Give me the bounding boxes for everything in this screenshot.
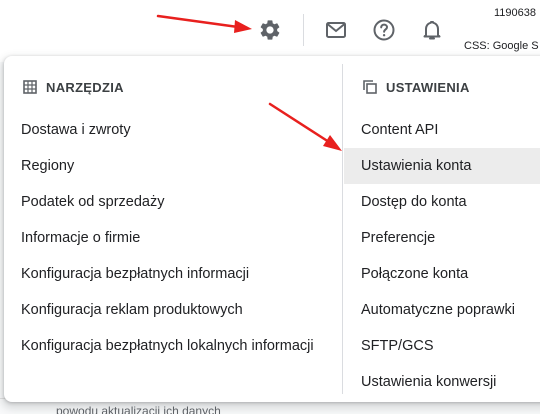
arrow-to-account-settings [268,102,342,151]
page: powodu aktualizacji ich danych 1190638 C… [0,0,540,414]
annotation-arrows [156,14,342,151]
arrow-to-gear [156,14,252,33]
